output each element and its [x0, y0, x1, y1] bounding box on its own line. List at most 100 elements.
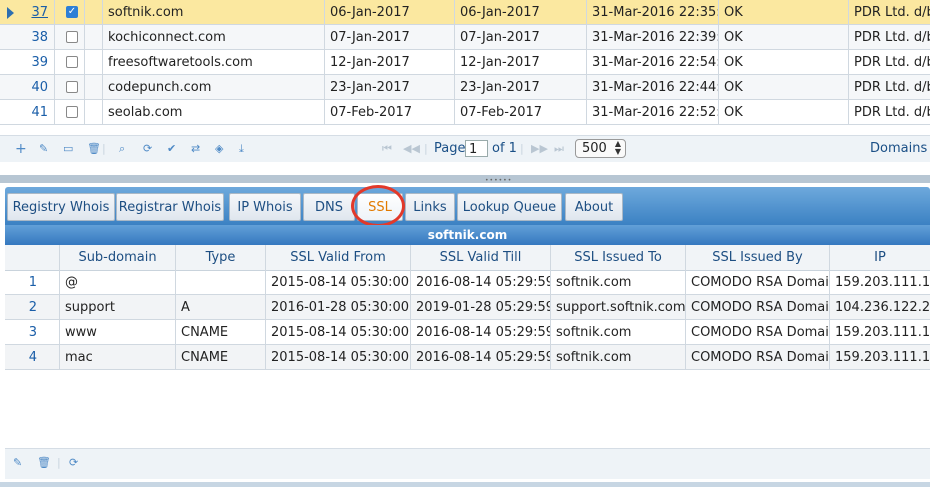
- copy-icon[interactable]: ▭: [63, 136, 73, 162]
- column-header[interactable]: Sub-domain: [60, 245, 176, 270]
- date-cell: 12-Jan-2017: [325, 50, 455, 75]
- table-row[interactable]: 1 @ 2015-08-14 05:30:00 2016-08-14 05:29…: [5, 270, 930, 295]
- ssl-table-header: Sub-domain Type SSL Valid From SSL Valid…: [5, 245, 930, 271]
- row-checkbox[interactable]: ✓: [66, 6, 78, 18]
- row-checkbox[interactable]: [66, 31, 78, 43]
- spacer-cell: [85, 50, 103, 75]
- record-type: CNAME: [176, 320, 266, 345]
- swap-icon[interactable]: ⇄: [191, 136, 200, 162]
- subdomain: mac: [60, 345, 176, 370]
- panel-splitter[interactable]: ••••••: [0, 175, 930, 184]
- issued-by: COMODO RSA Domain V: [686, 345, 830, 370]
- domain-name[interactable]: codepunch.com: [103, 75, 325, 100]
- ip-address: 159.203.111.198: [835, 275, 930, 290]
- page-size-select[interactable]: 500 ▲ ▼: [575, 139, 626, 158]
- valid-from: 2016-01-28 05:30:00: [266, 295, 411, 320]
- domain-name[interactable]: seolab.com: [103, 100, 325, 125]
- row-number[interactable]: 37: [0, 0, 55, 25]
- domain-name[interactable]: softnik.com: [103, 0, 325, 25]
- registrar: PDR Ltd. d/b/: [854, 30, 930, 45]
- download-icon[interactable]: ⤓: [239, 136, 244, 162]
- record-type: CNAME: [176, 345, 266, 370]
- row-number: 38: [0, 25, 55, 50]
- row-number-header: [5, 245, 60, 270]
- delete-icon[interactable]: 🗑: [87, 136, 101, 162]
- status: OK: [719, 25, 849, 50]
- row-checkbox[interactable]: [66, 106, 78, 118]
- date-cell: 23-Jan-2017: [325, 75, 455, 100]
- valid-from: 2015-08-14 05:30:00: [266, 270, 411, 295]
- column-header[interactable]: SSL Valid From: [266, 245, 411, 270]
- table-row[interactable]: 40 codepunch.com 23-Jan-2017 23-Jan-2017…: [0, 75, 930, 100]
- column-header[interactable]: SSL Issued To: [551, 245, 686, 270]
- domain-name[interactable]: kochiconnect.com: [103, 25, 325, 50]
- valid-till: 2016-08-14 05:29:59: [411, 270, 551, 295]
- status: OK: [719, 100, 849, 125]
- refresh-icon[interactable]: ⟳: [143, 136, 152, 162]
- last-page-icon[interactable]: ⏭: [554, 136, 564, 162]
- page-number-input[interactable]: 1: [465, 140, 488, 157]
- separator: |: [57, 456, 61, 469]
- subdomain: www: [60, 320, 176, 345]
- subdomain: support: [60, 295, 176, 320]
- tab-dns[interactable]: DNS: [303, 193, 355, 221]
- column-header[interactable]: Type: [176, 245, 266, 270]
- first-page-icon[interactable]: ⏮: [382, 136, 392, 162]
- refresh-icon[interactable]: ⟳: [69, 449, 78, 477]
- check-icon[interactable]: ✔: [167, 136, 176, 162]
- column-header[interactable]: SSL Issued By: [686, 245, 830, 270]
- registrar: PDR Ltd. d/b/: [854, 80, 930, 95]
- tab-registrar-whois[interactable]: Registrar Whois: [116, 193, 224, 221]
- prev-page-icon[interactable]: ◀◀: [403, 136, 420, 162]
- delete-icon[interactable]: 🗑: [37, 449, 51, 477]
- domain-name[interactable]: freesoftwaretools.com: [103, 50, 325, 75]
- domains-count: Domains 1: [870, 141, 930, 156]
- ip-address: 159.203.111.198: [835, 350, 930, 365]
- table-empty-area: [5, 370, 930, 449]
- grip-icon: ••••••: [485, 177, 513, 184]
- issued-by: COMODO RSA Domain V: [686, 295, 830, 320]
- spacer-cell: [85, 0, 103, 25]
- table-row[interactable]: 38 kochiconnect.com 07-Jan-2017 07-Jan-2…: [0, 25, 930, 50]
- page-size-value: 500: [582, 141, 607, 156]
- tab-about[interactable]: About: [565, 193, 623, 221]
- highlight-annotation: [351, 185, 405, 227]
- search-icon[interactable]: ⌕: [119, 136, 125, 162]
- column-header[interactable]: SSL Valid Till: [411, 245, 551, 270]
- row-number: 40: [0, 75, 55, 100]
- table-row[interactable]: 4 mac CNAME 2015-08-14 05:30:00 2016-08-…: [5, 345, 930, 370]
- date-cell: 12-Jan-2017: [455, 50, 587, 75]
- table-row[interactable]: 37 ✓ softnik.com 06-Jan-2017 06-Jan-2017…: [0, 0, 930, 25]
- edit-icon[interactable]: ✎: [13, 449, 22, 477]
- ip-address: 159.203.111.198: [835, 325, 930, 340]
- spacer-cell: [85, 75, 103, 100]
- tab-ip-whois[interactable]: IP Whois: [229, 193, 301, 221]
- status: OK: [719, 0, 849, 25]
- valid-from: 2015-08-14 05:30:00: [266, 320, 411, 345]
- tab-links[interactable]: Links: [405, 193, 455, 221]
- edit-icon[interactable]: ✎: [39, 136, 48, 162]
- row-checkbox[interactable]: [66, 56, 78, 68]
- row-number: 41: [0, 100, 55, 125]
- row-number: 3: [5, 320, 60, 345]
- add-icon[interactable]: +: [15, 136, 27, 162]
- column-header[interactable]: IP: [830, 245, 930, 270]
- table-row[interactable]: 3 www CNAME 2015-08-14 05:30:00 2016-08-…: [5, 320, 930, 345]
- registrar: PDR Ltd. d/b/: [854, 105, 930, 120]
- row-checkbox[interactable]: [66, 81, 78, 93]
- table-row[interactable]: 2 support A 2016-01-28 05:30:00 2019-01-…: [5, 295, 930, 320]
- domains-grid: 37 ✓ softnik.com 06-Jan-2017 06-Jan-2017…: [0, 0, 930, 135]
- tab-registry-whois[interactable]: Registry Whois: [7, 193, 115, 221]
- tab-lookup-queue[interactable]: Lookup Queue: [457, 193, 562, 221]
- tag-icon[interactable]: ◈: [215, 136, 223, 162]
- record-type: A: [176, 295, 266, 320]
- panel-title: softnik.com: [5, 225, 930, 245]
- page-label: Page: [434, 141, 466, 156]
- next-page-icon[interactable]: ▶▶: [531, 136, 548, 162]
- date-cell: 07-Jan-2017: [455, 25, 587, 50]
- record-type: [176, 270, 266, 295]
- date-cell: 06-Jan-2017: [325, 0, 455, 25]
- grid-toolbar: + ✎ ▭ 🗑 | ⌕ ⟳ ✔ ⇄ ◈ ⤓ ⏮ ◀◀ | Page 1 of 1…: [0, 135, 930, 162]
- table-row[interactable]: 41 seolab.com 07-Feb-2017 07-Feb-2017 31…: [0, 100, 930, 125]
- table-row[interactable]: 39 freesoftwaretools.com 12-Jan-2017 12-…: [0, 50, 930, 75]
